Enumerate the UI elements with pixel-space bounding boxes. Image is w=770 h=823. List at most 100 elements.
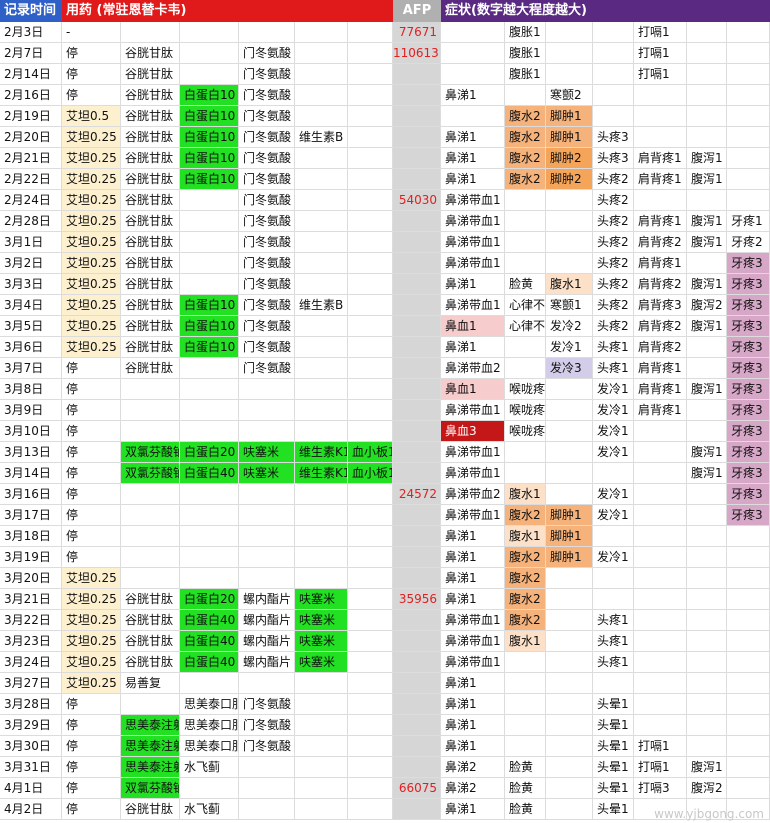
medication-cell[interactable]: 停 bbox=[62, 379, 121, 400]
symptom-cell[interactable]: 脚肿1 bbox=[546, 106, 593, 127]
symptom-cell[interactable]: 牙疼3 bbox=[727, 463, 770, 484]
afp-cell[interactable] bbox=[393, 673, 441, 694]
medication-cell[interactable] bbox=[180, 547, 239, 568]
medication-cell[interactable] bbox=[295, 358, 348, 379]
medication-cell[interactable]: 艾坦0.25 bbox=[62, 337, 121, 358]
symptom-cell[interactable] bbox=[687, 673, 727, 694]
symptom-cell[interactable]: 鼻涕1 bbox=[441, 337, 505, 358]
symptom-cell[interactable] bbox=[546, 778, 593, 799]
symptom-cell[interactable] bbox=[634, 631, 687, 652]
symptom-cell[interactable]: 腹泻1 bbox=[687, 232, 727, 253]
symptom-cell[interactable]: 打嗝3 bbox=[634, 778, 687, 799]
symptom-cell[interactable]: 喉咙疼1 bbox=[505, 400, 546, 421]
symptom-cell[interactable]: 心律不齐 bbox=[505, 295, 546, 316]
medication-cell[interactable]: 艾坦0.25 bbox=[62, 253, 121, 274]
symptom-cell[interactable]: 头晕1 bbox=[593, 757, 634, 778]
medication-cell[interactable] bbox=[121, 505, 180, 526]
symptom-cell[interactable]: 鼻涕1 bbox=[441, 736, 505, 757]
medication-cell[interactable] bbox=[348, 211, 393, 232]
symptom-cell[interactable]: 腹泻1 bbox=[687, 463, 727, 484]
medication-cell[interactable]: 停 bbox=[62, 358, 121, 379]
symptom-cell[interactable]: 头疼2 bbox=[593, 295, 634, 316]
symptom-cell[interactable]: 腹胀1 bbox=[505, 43, 546, 64]
symptom-cell[interactable]: 牙疼3 bbox=[727, 484, 770, 505]
symptom-cell[interactable]: 发冷1 bbox=[593, 505, 634, 526]
medication-cell[interactable]: 维生素B bbox=[295, 295, 348, 316]
symptom-cell[interactable]: 鼻血3 bbox=[441, 421, 505, 442]
symptom-cell[interactable]: 腹水2 bbox=[505, 568, 546, 589]
symptom-cell[interactable]: 鼻涕带血1 bbox=[441, 610, 505, 631]
medication-cell[interactable]: 谷胱甘肽 bbox=[121, 631, 180, 652]
symptom-cell[interactable]: 发冷1 bbox=[593, 442, 634, 463]
symptom-cell[interactable]: 发冷1 bbox=[593, 547, 634, 568]
symptom-cell[interactable] bbox=[546, 589, 593, 610]
medication-cell[interactable]: - bbox=[62, 22, 121, 43]
date-cell[interactable]: 3月5日 bbox=[0, 316, 62, 337]
medication-cell[interactable]: 思美泰注射 bbox=[121, 715, 180, 736]
medication-cell[interactable] bbox=[180, 43, 239, 64]
symptom-cell[interactable] bbox=[546, 568, 593, 589]
medication-cell[interactable] bbox=[295, 169, 348, 190]
symptom-cell[interactable] bbox=[687, 22, 727, 43]
medication-cell[interactable] bbox=[239, 568, 295, 589]
symptom-cell[interactable]: 肩背疼1 bbox=[634, 148, 687, 169]
symptom-cell[interactable] bbox=[687, 799, 727, 820]
symptom-cell[interactable]: 脸黄 bbox=[505, 778, 546, 799]
symptom-cell[interactable]: 打嗝1 bbox=[634, 757, 687, 778]
symptom-cell[interactable]: 头晕1 bbox=[593, 715, 634, 736]
medication-cell[interactable]: 白蛋白40 bbox=[180, 631, 239, 652]
medication-cell[interactable]: 双氯芬酸钠 bbox=[121, 442, 180, 463]
medication-cell[interactable]: 思美泰注射 bbox=[121, 736, 180, 757]
symptom-cell[interactable] bbox=[546, 484, 593, 505]
medication-cell[interactable] bbox=[348, 715, 393, 736]
medication-cell[interactable] bbox=[121, 379, 180, 400]
symptom-cell[interactable]: 鼻涕带血1 bbox=[441, 253, 505, 274]
symptom-cell[interactable] bbox=[687, 400, 727, 421]
medication-cell[interactable] bbox=[295, 421, 348, 442]
medication-cell[interactable]: 谷胱甘肽 bbox=[121, 106, 180, 127]
symptom-cell[interactable]: 脚肿1 bbox=[546, 526, 593, 547]
medication-cell[interactable]: 白蛋白20 bbox=[180, 589, 239, 610]
symptom-cell[interactable]: 头疼2 bbox=[593, 169, 634, 190]
medication-cell[interactable] bbox=[295, 484, 348, 505]
medication-cell[interactable]: 艾坦0.25 bbox=[62, 652, 121, 673]
medication-cell[interactable]: 白蛋白10 bbox=[180, 316, 239, 337]
symptom-cell[interactable]: 鼻涕1 bbox=[441, 547, 505, 568]
symptom-cell[interactable] bbox=[727, 778, 770, 799]
symptom-cell[interactable] bbox=[727, 127, 770, 148]
symptom-cell[interactable]: 腹水2 bbox=[505, 610, 546, 631]
medication-cell[interactable]: 门冬氨酸 bbox=[239, 274, 295, 295]
symptom-cell[interactable] bbox=[546, 694, 593, 715]
medication-cell[interactable]: 谷胱甘肽 bbox=[121, 253, 180, 274]
symptom-cell[interactable] bbox=[727, 22, 770, 43]
medication-cell[interactable] bbox=[348, 400, 393, 421]
symptom-cell[interactable] bbox=[634, 526, 687, 547]
date-cell[interactable]: 4月2日 bbox=[0, 799, 62, 820]
symptom-cell[interactable] bbox=[727, 631, 770, 652]
medication-cell[interactable] bbox=[348, 757, 393, 778]
symptom-cell[interactable] bbox=[546, 799, 593, 820]
medication-cell[interactable]: 螺内酯片 bbox=[239, 610, 295, 631]
symptom-cell[interactable] bbox=[727, 568, 770, 589]
symptom-cell[interactable]: 鼻涕1 bbox=[441, 274, 505, 295]
symptom-cell[interactable]: 鼻涕带血1 bbox=[441, 295, 505, 316]
symptom-cell[interactable]: 打嗝1 bbox=[634, 736, 687, 757]
medication-cell[interactable] bbox=[295, 106, 348, 127]
medication-cell[interactable] bbox=[348, 379, 393, 400]
medication-cell[interactable] bbox=[239, 757, 295, 778]
medication-cell[interactable]: 维生素K1 bbox=[295, 463, 348, 484]
medication-cell[interactable]: 停 bbox=[62, 757, 121, 778]
symptom-cell[interactable]: 腹水2 bbox=[505, 169, 546, 190]
medication-cell[interactable]: 白蛋白20 bbox=[180, 442, 239, 463]
medication-cell[interactable] bbox=[295, 379, 348, 400]
symptom-cell[interactable] bbox=[505, 253, 546, 274]
symptom-cell[interactable]: 鼻涕带血2 bbox=[441, 358, 505, 379]
symptom-cell[interactable] bbox=[441, 43, 505, 64]
symptom-cell[interactable]: 鼻涕带血1 bbox=[441, 505, 505, 526]
symptom-cell[interactable] bbox=[687, 106, 727, 127]
afp-cell[interactable] bbox=[393, 295, 441, 316]
date-cell[interactable]: 2月28日 bbox=[0, 211, 62, 232]
symptom-cell[interactable]: 鼻涕2 bbox=[441, 757, 505, 778]
medication-cell[interactable] bbox=[295, 673, 348, 694]
symptom-cell[interactable] bbox=[634, 694, 687, 715]
